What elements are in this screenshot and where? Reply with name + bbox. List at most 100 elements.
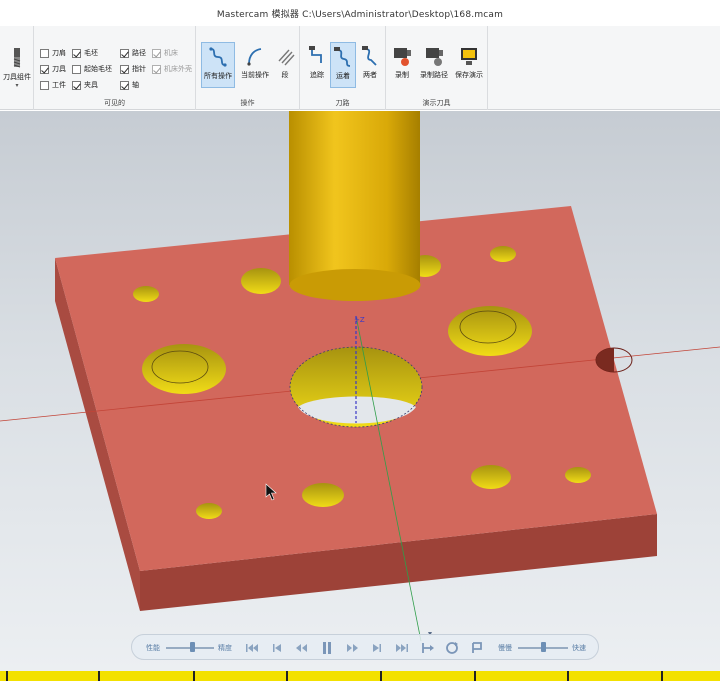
checkbox-label: 路径 — [132, 49, 146, 57]
checkbox-tool[interactable]: 刀具 — [40, 63, 66, 75]
axis-marker — [595, 347, 633, 373]
all-operations-button[interactable]: 所有操作 — [201, 42, 235, 88]
all-operations-icon — [209, 47, 227, 67]
checkbox-label: 刀肩 — [52, 49, 66, 57]
checkbox-label: 轴 — [132, 81, 139, 89]
all-operations-label: 所有操作 — [204, 72, 232, 80]
checkbox-box[interactable] — [120, 80, 129, 90]
checkbox-axes[interactable]: 轴 — [120, 79, 139, 91]
simulator-window: Mastercam 模拟器 C:\Users\Administrator\Des… — [0, 0, 720, 681]
checkbox-box[interactable] — [72, 80, 81, 90]
follow-button[interactable]: 运着 — [330, 42, 356, 88]
rewind-start-icon[interactable] — [244, 640, 260, 656]
counterbore-left — [142, 344, 226, 394]
segment-icon — [278, 49, 295, 66]
timeline-tick — [380, 671, 382, 681]
checkbox-stock[interactable]: 毛坯 — [72, 47, 98, 59]
checkbox-box[interactable] — [40, 80, 49, 90]
timeline-bar[interactable] — [0, 671, 720, 681]
pause-icon[interactable] — [319, 640, 335, 656]
window-title: Mastercam 模拟器 C:\Users\Administrator\Des… — [216, 9, 504, 20]
checkbox-label: 机床外壳 — [164, 65, 192, 73]
record-path-label: 录制路径 — [420, 71, 448, 79]
segment-button[interactable]: 段 — [272, 42, 298, 88]
checkbox-label: 起始毛坯 — [84, 65, 112, 73]
record-path-button[interactable]: 录制路径 — [418, 42, 450, 88]
timeline-tick — [474, 671, 476, 681]
save-demo-label: 保存演示 — [455, 71, 483, 79]
checkbox-box — [152, 48, 161, 58]
z-axis-label: +Z — [354, 316, 365, 324]
checkbox-machine: 机床 — [152, 47, 178, 59]
checkbox-box[interactable] — [72, 64, 81, 74]
step-forward-icon[interactable] — [369, 640, 385, 656]
stop-condition-icon[interactable] — [469, 640, 485, 656]
run-to-icon[interactable] — [420, 640, 436, 656]
speed-slider-thumb[interactable] — [541, 642, 546, 652]
save-demo-button[interactable]: 保存演示 — [452, 42, 486, 88]
chevron-down-icon[interactable]: ▾ — [15, 82, 18, 89]
checkbox-box[interactable] — [72, 48, 81, 58]
forward-end-icon[interactable] — [394, 640, 410, 656]
segment-label: 段 — [281, 71, 289, 79]
checkbox-box[interactable] — [40, 48, 49, 58]
timeline-tick — [286, 671, 288, 681]
quality-left-label: 性能 — [146, 644, 160, 652]
checkbox-pointer[interactable]: 指针 — [120, 63, 146, 75]
record-button[interactable]: 录制 — [388, 42, 416, 88]
checkbox-label: 夹具 — [84, 81, 98, 89]
speed-right-label: 快速 — [572, 644, 586, 652]
save-demo-icon — [461, 48, 477, 65]
ribbon: 刀具组件 ▾ 刀肩 刀具 工件 毛坯 起始毛坯 夹具 路径 指针 轴 机床 机床… — [0, 26, 720, 110]
checkbox-box[interactable] — [40, 64, 49, 74]
step-back-icon[interactable] — [269, 640, 285, 656]
checkbox-label: 机床 — [164, 49, 178, 57]
quality-slider-thumb[interactable] — [190, 642, 196, 652]
visible-group-label: 可见的 — [104, 99, 125, 107]
trace-icon — [309, 46, 322, 63]
checkbox-label: 工件 — [52, 81, 66, 89]
checkbox-initial-stock[interactable]: 起始毛坯 — [72, 63, 112, 75]
trace-label: 追踪 — [310, 71, 324, 79]
checkbox-box[interactable] — [120, 48, 129, 58]
cutting-tool — [289, 111, 421, 301]
current-operation-icon — [247, 48, 262, 66]
tool-tip — [289, 269, 421, 301]
hole — [302, 483, 344, 507]
hole — [133, 286, 159, 302]
tool-group: 刀具组件 ▾ — [0, 26, 34, 110]
hole — [490, 246, 516, 262]
checkbox-fixture[interactable]: 夹具 — [72, 79, 98, 91]
simulation-viewport[interactable]: +Z — [0, 111, 720, 671]
operations-group-label: 操作 — [240, 99, 255, 107]
checkbox-path[interactable]: 路径 — [120, 47, 146, 59]
speed-left-label: 慢慢 — [498, 644, 512, 652]
current-operation-button[interactable]: 当前操作 — [238, 42, 272, 88]
checkbox-box — [152, 64, 161, 74]
trace-button[interactable]: 追踪 — [304, 42, 330, 88]
hole — [565, 467, 591, 483]
tool-component-button[interactable]: 刀具组件 ▾ — [2, 44, 32, 90]
end-mill-icon — [13, 48, 21, 68]
timeline-tick — [567, 671, 569, 681]
record-icon — [394, 48, 411, 66]
follow-label: 运着 — [336, 72, 350, 80]
simulation-scene: +Z — [0, 111, 720, 642]
timeline-tick — [193, 671, 195, 681]
both-icon — [362, 46, 377, 66]
checkbox-box[interactable] — [120, 64, 129, 74]
checkbox-workpiece[interactable]: 工件 — [40, 79, 66, 91]
operations-group: 所有操作 当前操作 段 操作 — [196, 26, 300, 110]
checkbox-label: 指针 — [132, 65, 146, 73]
checkbox-shank[interactable]: 刀肩 — [40, 47, 66, 59]
play-forward-icon[interactable] — [344, 640, 360, 656]
hole — [471, 465, 511, 489]
record-path-icon — [426, 48, 443, 66]
loop-icon[interactable] — [444, 640, 460, 656]
both-button[interactable]: 两者 — [357, 42, 383, 88]
play-backward-icon[interactable] — [294, 640, 310, 656]
visible-group: 刀肩 刀具 工件 毛坯 起始毛坯 夹具 路径 指针 轴 机床 机床外壳 可见的 — [34, 26, 196, 110]
checkbox-label: 刀具 — [52, 65, 66, 73]
checkbox-machine-housing: 机床外壳 — [152, 63, 192, 75]
toolpath-group: 追踪 运着 两者 刀路 — [300, 26, 386, 110]
